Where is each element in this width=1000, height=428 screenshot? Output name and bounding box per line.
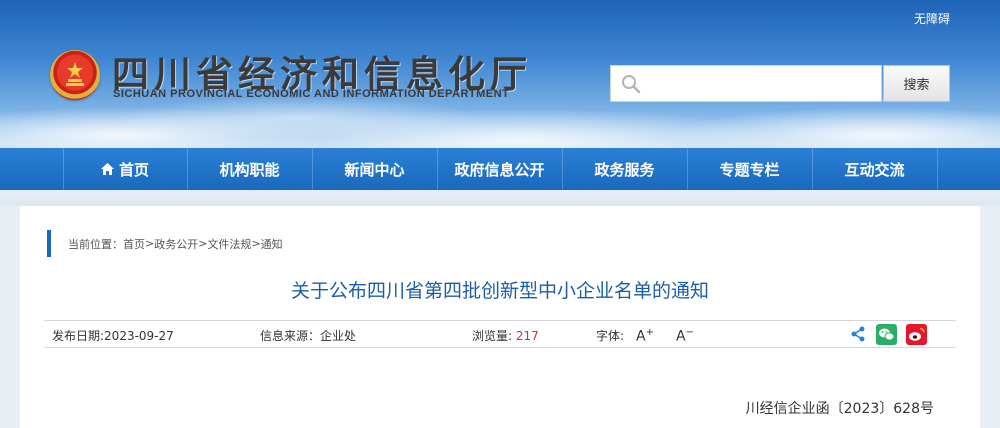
font-decrease-glyph: A bbox=[676, 328, 686, 345]
share-icon[interactable] bbox=[850, 326, 866, 342]
nav-shadow-strip bbox=[0, 190, 1000, 206]
national-emblem-icon bbox=[50, 50, 100, 100]
publish-date: 发布日期:2023-09-27 bbox=[52, 327, 174, 344]
nav-item-news-center[interactable]: 新闻中心 bbox=[313, 148, 438, 190]
font-decrease-button[interactable]: A− bbox=[676, 327, 694, 345]
nav-item-interaction[interactable]: 互动交流 bbox=[813, 148, 938, 190]
breadcrumb-regulations[interactable]: 文件法规 bbox=[207, 236, 251, 252]
breadcrumb-separator: > bbox=[145, 237, 155, 250]
view-count-label: 浏览量: bbox=[472, 329, 513, 343]
wechat-icon[interactable] bbox=[876, 324, 897, 345]
font-size-label: 字体: bbox=[596, 329, 625, 343]
nav-item-home[interactable]: 首页 bbox=[62, 148, 188, 190]
breadcrumb-home[interactable]: 首页 bbox=[123, 236, 145, 252]
nav-item-org-functions[interactable]: 机构职能 bbox=[188, 148, 313, 190]
document-number: 川经信企业函〔2023〕628号 bbox=[745, 401, 934, 417]
view-count: 浏览量: 217 bbox=[472, 327, 539, 344]
info-source-value: 企业处 bbox=[320, 329, 357, 343]
nav-item-label: 政府信息公开 bbox=[454, 160, 545, 179]
nav-item-gov-info-disclosure[interactable]: 政府信息公开 bbox=[438, 148, 563, 190]
font-increase-button[interactable]: A+ bbox=[636, 327, 654, 345]
nav-item-label: 互动交流 bbox=[844, 160, 905, 179]
nav-item-label: 首页 bbox=[118, 160, 149, 179]
nav-item-gov-services[interactable]: 政务服务 bbox=[563, 148, 688, 190]
minus-icon: − bbox=[685, 327, 694, 338]
header-banner: 无障碍 四川省经济和信息化厅 SICHUAN PROVINCIAL ECONOM… bbox=[0, 0, 1000, 148]
breadcrumb: 当前位置： 首页 > 政务公开 > 文件法规 > 通知 bbox=[47, 230, 283, 257]
article-title: 关于公布四川省第四批创新型中小企业名单的通知 bbox=[290, 280, 709, 302]
publish-date-value: 2023-09-27 bbox=[104, 329, 174, 343]
publish-date-label: 发布日期: bbox=[52, 329, 105, 343]
breadcrumb-prefix: 当前位置： bbox=[68, 237, 123, 251]
nav-item-label: 专题专栏 bbox=[719, 160, 780, 179]
article-card: 当前位置： 首页 > 政务公开 > 文件法规 > 通知 关于公布四川省第四批创新… bbox=[20, 206, 980, 428]
org-name-en: SICHUAN PROVINCIAL ECONOMIC AND INFORMAT… bbox=[113, 88, 510, 100]
search-input[interactable] bbox=[645, 66, 877, 101]
breadcrumb-notice[interactable]: 通知 bbox=[261, 236, 283, 252]
main-nav: 首页 机构职能 新闻中心 政府信息公开 政务服务 专题专栏 互动交流 bbox=[0, 148, 1000, 190]
info-source: 信息来源：企业处 bbox=[260, 327, 356, 344]
view-count-value: 217 bbox=[515, 329, 539, 343]
breadcrumb-separator: > bbox=[251, 237, 261, 250]
home-icon bbox=[100, 163, 114, 175]
weibo-icon[interactable] bbox=[906, 324, 927, 345]
plus-icon: + bbox=[645, 327, 654, 338]
search-button[interactable]: 搜索 bbox=[883, 65, 950, 102]
search-icon bbox=[622, 75, 641, 94]
breadcrumb-gov-affairs[interactable]: 政务公开 bbox=[154, 236, 198, 252]
article-meta-bar: 发布日期:2023-09-27 信息来源：企业处 浏览量: 217 字体: A+… bbox=[44, 320, 956, 348]
nav-item-label: 新闻中心 bbox=[344, 160, 405, 179]
info-source-label: 信息来源： bbox=[260, 329, 321, 343]
search-box bbox=[610, 65, 882, 102]
font-increase-glyph: A bbox=[636, 328, 646, 345]
nav-item-label: 机构职能 bbox=[219, 160, 280, 179]
accessibility-link[interactable]: 无障碍 bbox=[914, 10, 950, 27]
nav-item-label: 政务服务 bbox=[594, 160, 655, 179]
nav-item-special-topics[interactable]: 专题专栏 bbox=[688, 148, 813, 190]
breadcrumb-separator: > bbox=[198, 237, 208, 250]
